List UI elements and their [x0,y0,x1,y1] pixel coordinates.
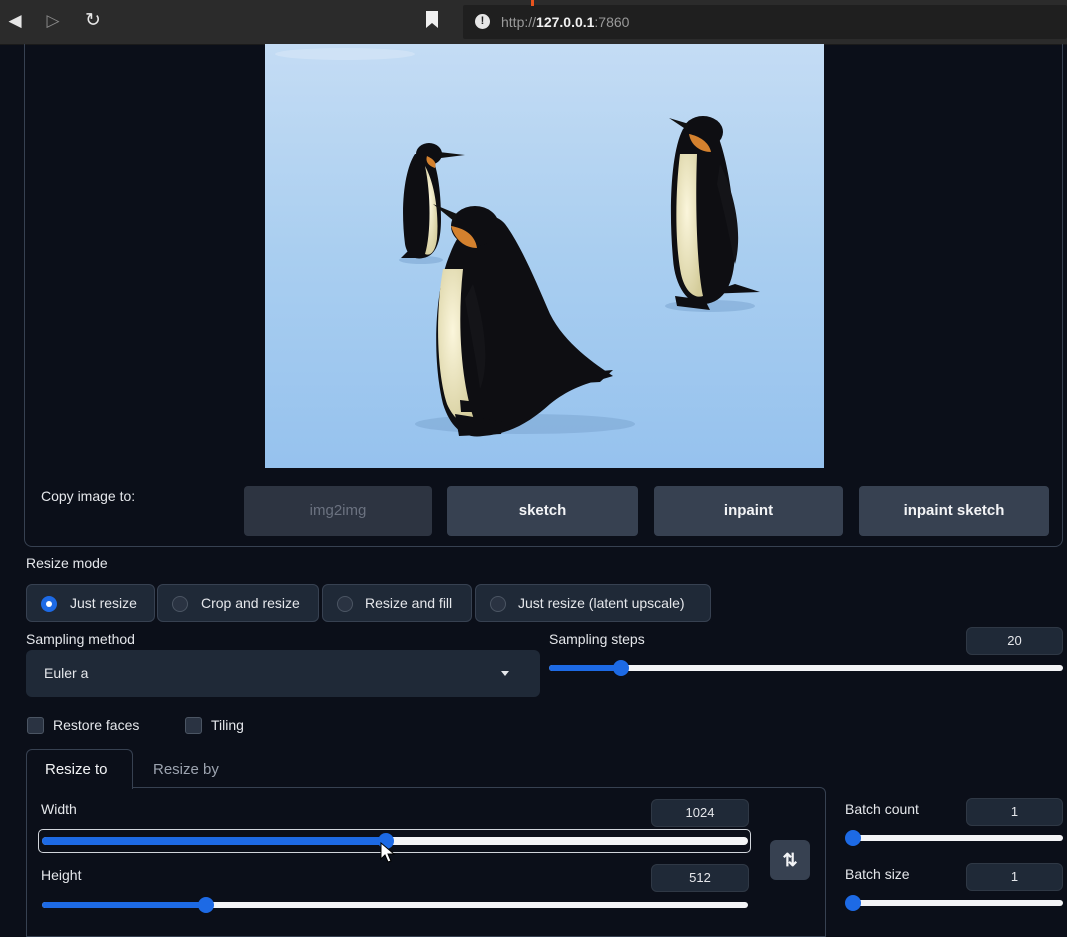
resize-mode-latent-upscale[interactable]: Just resize (latent upscale) [475,584,711,622]
width-label: Width [41,801,77,817]
batch-size-slider[interactable] [847,900,1063,906]
slider-fill [42,837,386,845]
radio-selected-icon[interactable] [41,596,57,612]
copy-to-inpaint-button[interactable]: inpaint [654,486,843,536]
info-icon[interactable]: ! [475,14,490,29]
mouse-cursor-icon [380,842,396,863]
back-icon[interactable]: ◀ [4,10,26,32]
copy-image-label: Copy image to: [41,488,136,504]
radio-unselected-icon[interactable] [172,596,188,612]
sampling-steps-label: Sampling steps [549,631,645,647]
resize-mode-crop-and-resize[interactable]: Crop and resize [157,584,319,622]
url-text: http://127.0.0.1:7860 [501,14,630,30]
sampling-method-label: Sampling method [26,631,135,647]
width-input[interactable]: 1024 [651,799,749,827]
sampling-steps-slider-thumb[interactable] [613,660,629,676]
resize-mode-resize-and-fill[interactable]: Resize and fill [322,584,472,622]
address-bar[interactable]: ! http://127.0.0.1:7860 [463,5,1067,39]
generated-image[interactable] [265,44,824,468]
height-input[interactable]: 512 [651,864,749,892]
bookmark-icon[interactable] [426,11,438,28]
batch-count-input[interactable]: 1 [966,798,1063,826]
browser-toolbar: ◀ ▷ ↻ ! http://127.0.0.1:7860 [0,0,1067,45]
dropdown-caret-icon[interactable] [501,671,509,676]
height-slider[interactable] [42,902,748,908]
slider-fill [42,902,206,908]
resize-mode-label: Resize mode [26,555,108,571]
forward-icon[interactable]: ▷ [42,10,64,32]
batch-count-slider-thumb[interactable] [845,830,861,846]
batch-size-label: Batch size [845,866,910,882]
tab-indicator [531,0,534,6]
batch-size-slider-thumb[interactable] [845,895,861,911]
restore-faces-checkbox[interactable] [27,717,44,734]
tab-resize-by[interactable]: Resize by [153,761,219,778]
reload-icon[interactable]: ↻ [82,10,104,32]
batch-count-slider[interactable] [847,835,1063,841]
tab-resize-to-label[interactable]: Resize to [45,761,108,778]
height-label: Height [41,867,82,883]
sampling-method-value: Euler a [44,665,89,681]
slider-fill [549,665,621,671]
radio-unselected-icon[interactable] [490,596,506,612]
radio-unselected-icon[interactable] [337,596,353,612]
copy-to-img2img-button[interactable]: img2img [244,486,432,536]
restore-faces-label: Restore faces [53,717,140,733]
height-slider-thumb[interactable] [198,897,214,913]
swap-icon: ⇅ [782,850,798,870]
swap-dimensions-button[interactable]: ⇅ [770,840,810,880]
copy-to-sketch-button[interactable]: sketch [447,486,638,536]
tiling-label: Tiling [211,717,244,733]
batch-count-label: Batch count [845,801,919,817]
resize-mode-just-resize[interactable]: Just resize [26,584,155,622]
copy-to-inpaint-sketch-button[interactable]: inpaint sketch [859,486,1049,536]
sampling-method-dropdown[interactable]: Euler a [26,650,540,697]
batch-size-input[interactable]: 1 [966,863,1063,891]
sampling-steps-input[interactable]: 20 [966,627,1063,655]
tiling-checkbox[interactable] [185,717,202,734]
